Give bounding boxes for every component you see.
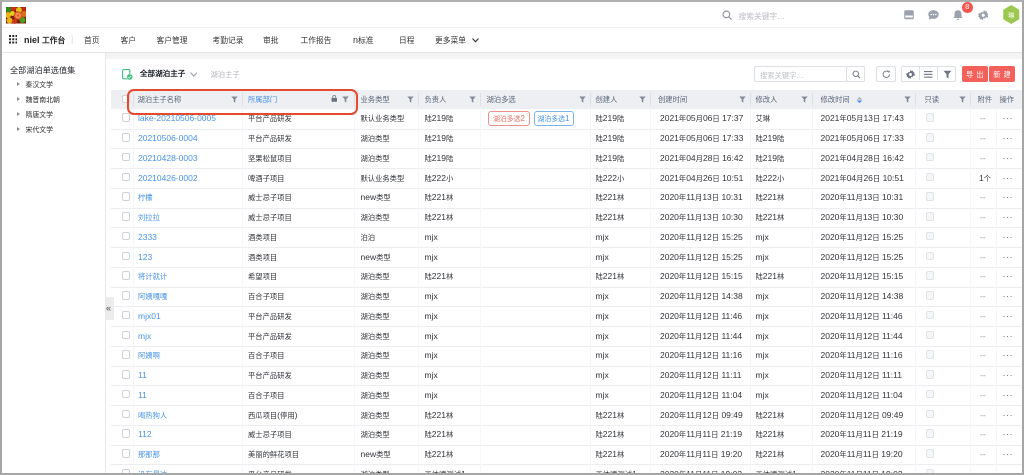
svg-text:琳: 琳 [1008,11,1015,20]
